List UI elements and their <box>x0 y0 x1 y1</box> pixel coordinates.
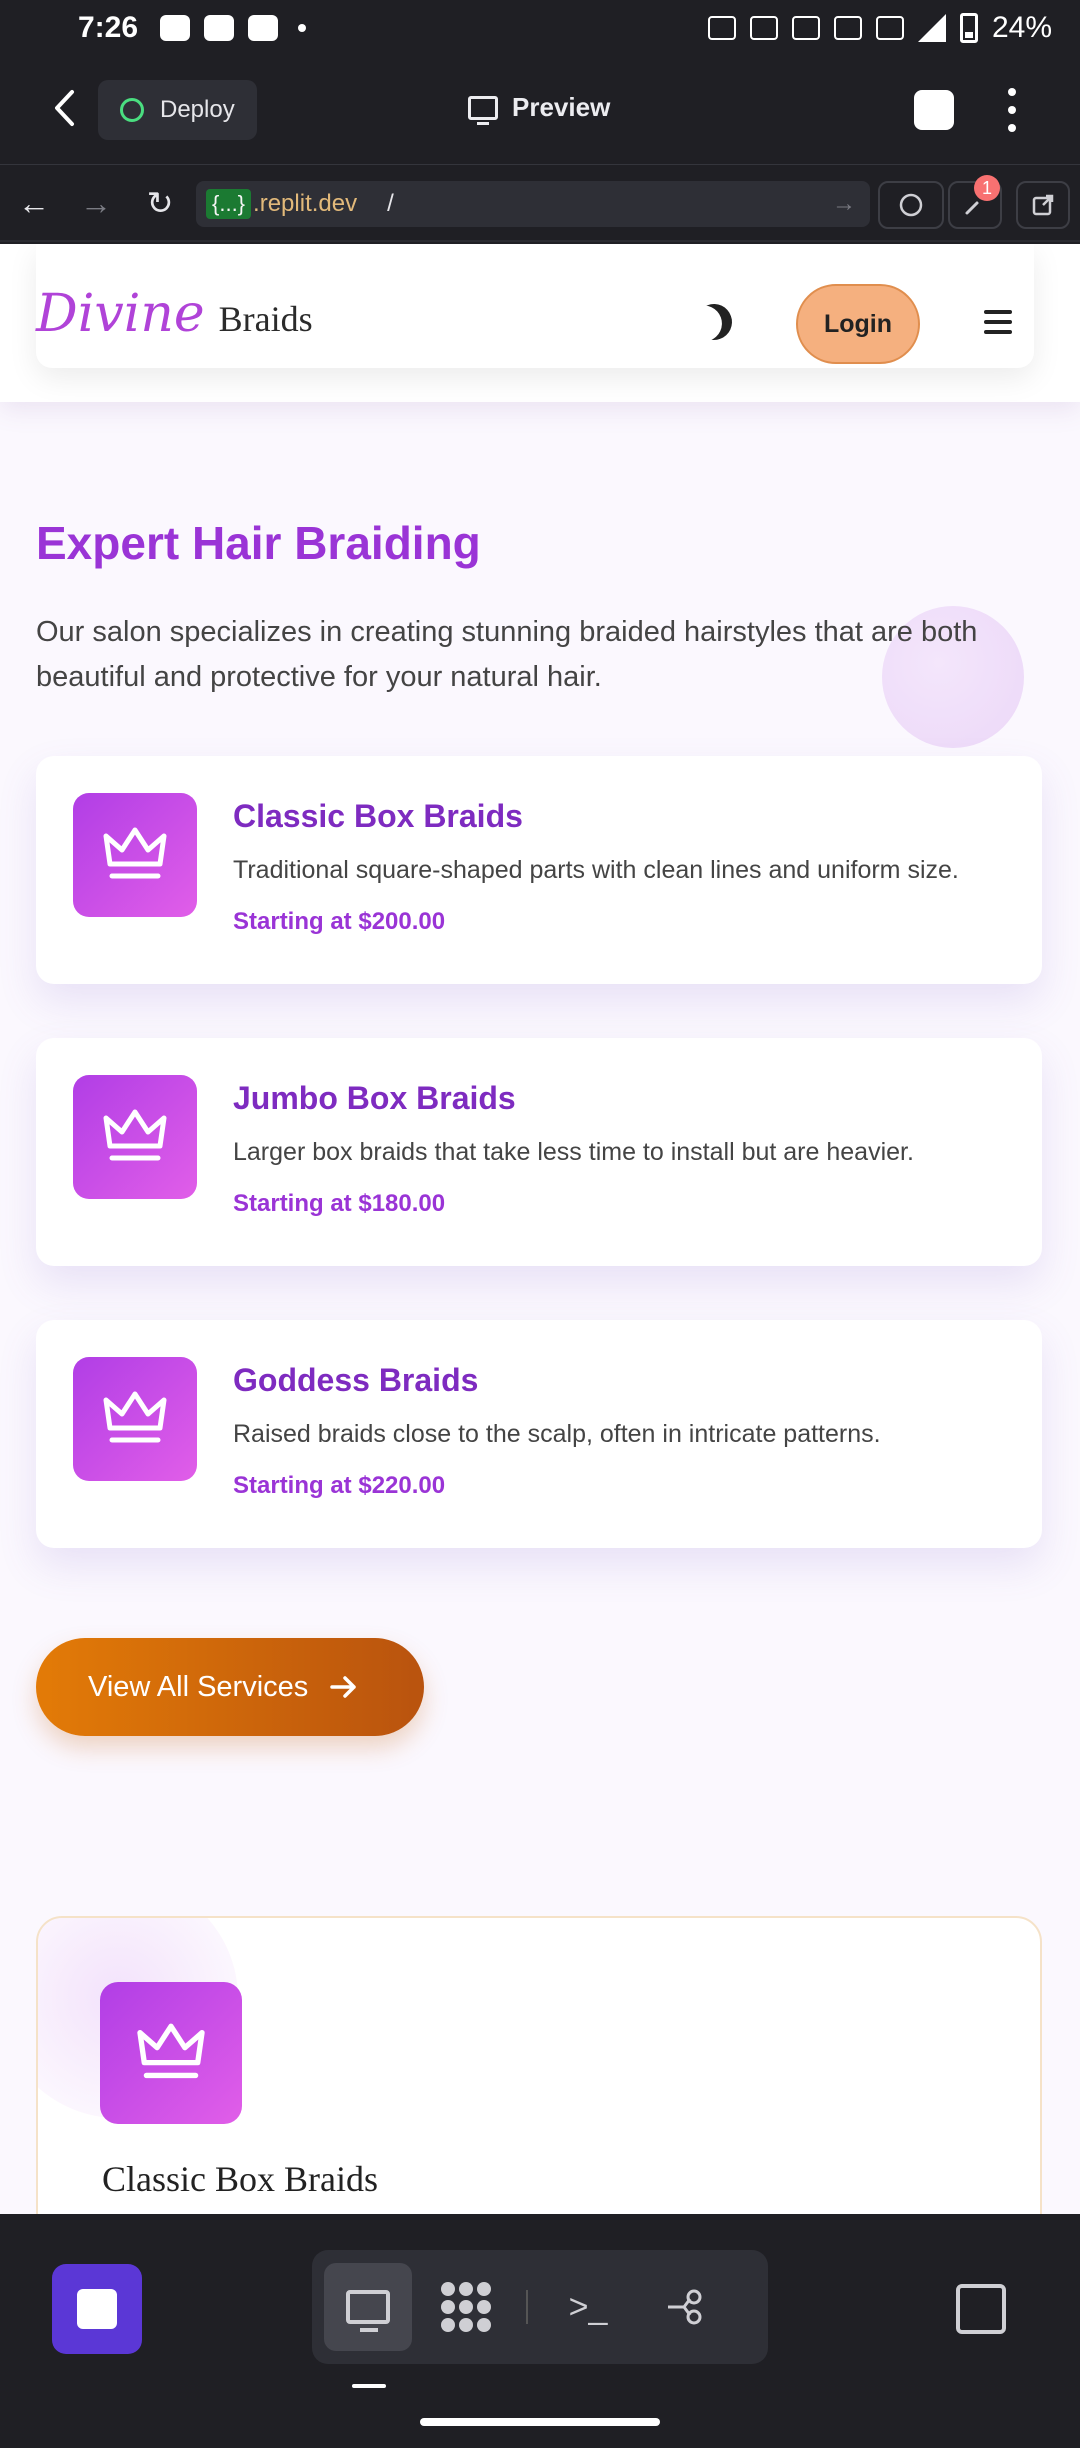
url-host: .replit.dev <box>253 190 358 217</box>
logo-script: Divine <box>36 284 205 344</box>
terminal-icon: >_ <box>568 2287 608 2326</box>
battery-percent: 24% <box>991 11 1052 44</box>
git-branch-icon <box>668 2289 702 2325</box>
login-button[interactable]: Login <box>796 284 920 364</box>
app-top-bar: Deploy Preview <box>0 56 1080 164</box>
service-card[interactable]: Jumbo Box Braids Larger box braids that … <box>36 1038 1042 1266</box>
service-price: Starting at $200.00 <box>233 908 446 935</box>
site-header: Divine Braids Login <box>0 244 1080 402</box>
url-input[interactable]: {...} .replit.dev / → <box>196 181 870 227</box>
view-all-services-button[interactable]: View All Services <box>36 1638 424 1736</box>
replit-home-button[interactable] <box>52 2264 142 2354</box>
service-card[interactable]: Goddess Braids Raised braids close to th… <box>36 1320 1042 1548</box>
agent-dock-button[interactable] <box>422 2263 510 2351</box>
cell-signal-icon <box>917 14 946 42</box>
notification-icons <box>160 15 307 41</box>
workspace-dock: >_ <box>312 2250 768 2364</box>
more-notifications-icon <box>298 24 307 32</box>
auto-brightness-icon <box>707 16 736 40</box>
status-bar: 7:26 24% <box>0 0 1080 56</box>
service-name: Classic Box Braids <box>233 798 523 834</box>
agent-icon <box>441 2282 491 2332</box>
palette-icon <box>899 193 923 217</box>
service-description: Raised braids close to the scalp, often … <box>233 1420 881 1448</box>
arrow-right-icon <box>330 1676 357 1698</box>
dock-divider <box>526 2290 528 2324</box>
service-description: Larger box braids that take less time to… <box>233 1138 914 1166</box>
preview-viewport: Divine Braids Login Expert Hair Braiding… <box>0 244 1080 2214</box>
deploy-icon <box>120 98 144 122</box>
git-dock-button[interactable] <box>642 2263 730 2351</box>
chevron-left-icon <box>55 90 74 126</box>
featured-service-card[interactable]: Classic Box Braids <box>36 1916 1042 2214</box>
view-all-label: View All Services <box>88 1670 309 1703</box>
hamburger-menu-icon[interactable] <box>984 310 1012 334</box>
panel-toggle-icon[interactable] <box>956 2284 1006 2334</box>
bluetooth-icon <box>749 16 778 40</box>
app-notification-icon <box>204 15 235 41</box>
wifi-icon <box>833 16 862 40</box>
open-external-button[interactable] <box>1016 181 1070 229</box>
deploy-label: Deploy <box>160 96 235 123</box>
app-bottom-bar: >_ <box>0 2214 1080 2448</box>
forward-arrow-icon[interactable]: → <box>76 183 116 223</box>
tabs-switcher-icon[interactable] <box>914 90 954 130</box>
logo-word: Braids <box>218 299 313 339</box>
crown-icon <box>73 1075 197 1199</box>
reload-icon[interactable]: ↻ <box>140 183 180 223</box>
url-tag: {...} <box>206 189 252 219</box>
section-title: Expert Hair Braiding <box>36 517 481 569</box>
crown-icon <box>73 793 197 917</box>
back-button[interactable] <box>42 86 86 130</box>
section-description: Our salon specializes in creating stunni… <box>36 616 978 693</box>
service-name: Goddess Braids <box>233 1362 479 1398</box>
crown-icon <box>100 1982 242 2124</box>
preview-tab[interactable]: Preview <box>468 92 611 125</box>
app-notification-icon <box>160 15 191 41</box>
more-options-icon[interactable] <box>1006 88 1018 132</box>
crown-icon <box>73 1357 197 1481</box>
notification-badge: 1 <box>974 175 1000 201</box>
vibrate-icon <box>791 16 820 40</box>
wrench-button[interactable]: 1 <box>948 175 1002 229</box>
service-description: Traditional square-shaped parts with cle… <box>233 856 959 884</box>
deploy-button[interactable]: Deploy <box>98 80 257 140</box>
app-notification-icon <box>248 15 279 41</box>
service-price: Starting at $220.00 <box>233 1472 446 1499</box>
service-name: Jumbo Box Braids <box>233 1080 516 1116</box>
preview-dock-button[interactable] <box>324 2263 412 2351</box>
url-path: / <box>387 190 394 217</box>
system-icons: 24% <box>707 11 1052 45</box>
monitor-icon <box>346 2290 390 2332</box>
featured-service-title: Classic Box Braids <box>102 2159 378 2199</box>
external-link-icon <box>1032 194 1054 216</box>
system-home-indicator[interactable] <box>420 2418 660 2426</box>
replit-logo-icon <box>77 2289 117 2329</box>
status-time: 7:26 <box>78 11 139 44</box>
monitor-icon <box>468 95 498 125</box>
active-tab-indicator <box>352 2384 386 2388</box>
site-logo[interactable]: Divine Braids <box>36 284 313 344</box>
preview-label: Preview <box>512 92 611 122</box>
devtools-palette-button[interactable] <box>878 181 944 229</box>
console-dock-button[interactable]: >_ <box>544 2263 632 2351</box>
url-bar: ← → ↻ {...} .replit.dev / → 1 <box>0 164 1080 242</box>
back-arrow-icon[interactable]: ← <box>14 183 54 223</box>
volte-icon <box>875 16 904 40</box>
service-price: Starting at $180.00 <box>233 1190 446 1217</box>
service-card[interactable]: Classic Box Braids Traditional square-sh… <box>36 756 1042 984</box>
battery-icon <box>959 13 978 43</box>
go-arrow-icon[interactable]: → <box>832 190 856 218</box>
